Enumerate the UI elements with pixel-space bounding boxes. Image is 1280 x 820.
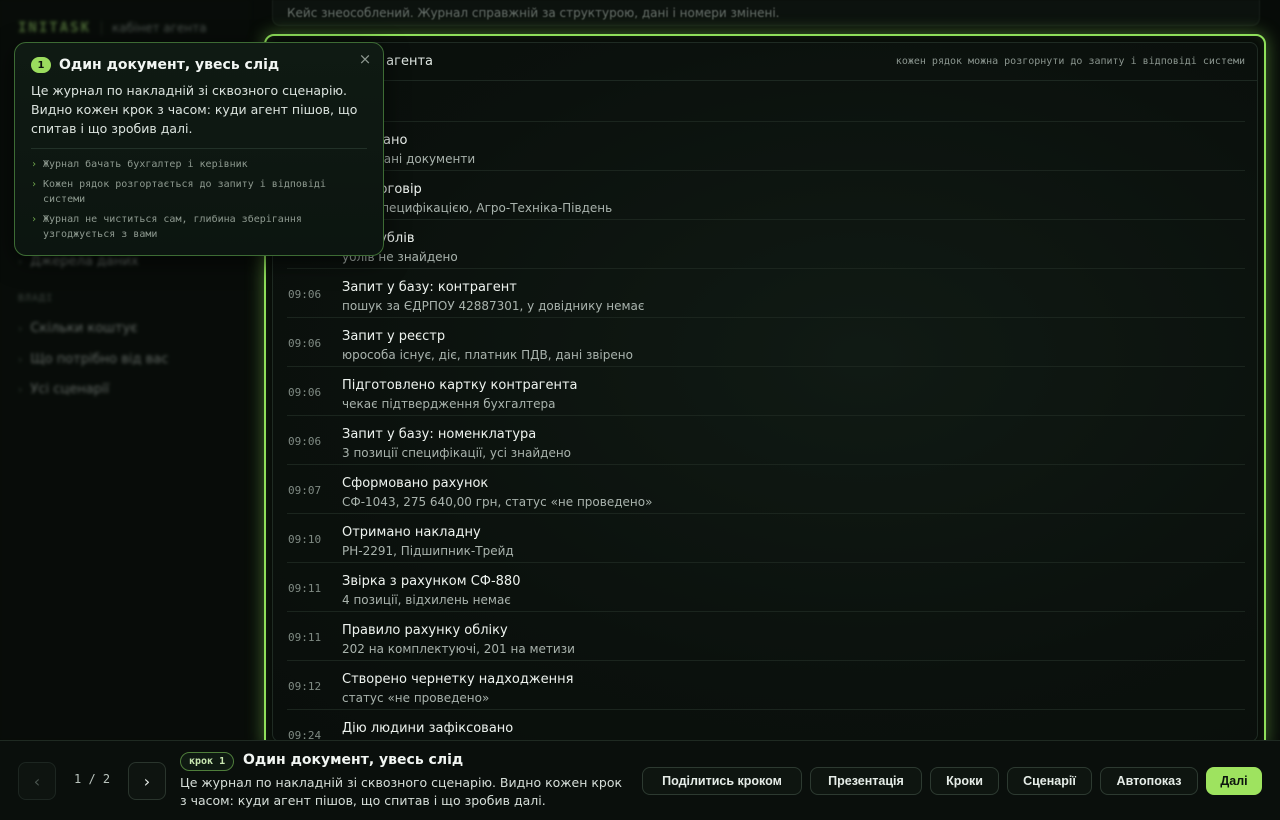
journal-row[interactable]: рка дублівублів не знайдено — [287, 220, 1245, 269]
row-time: 09:10 — [288, 533, 322, 546]
brand: INITASK кабінет агента — [18, 20, 207, 36]
row-time: 09:07 — [288, 484, 322, 497]
journal-row[interactable] — [287, 81, 1245, 122]
step-title: Один документ, увесь слід — [243, 752, 464, 768]
sidebar-item-label: Джерела даних — [30, 254, 139, 269]
row-time: 09:11 — [288, 582, 322, 595]
row-detail: статус «не проведено» — [342, 691, 490, 705]
prev-step-button[interactable]: ‹ — [18, 762, 56, 800]
chevron-right-icon: › — [18, 383, 23, 396]
journal-header: дій агента кожен рядок можна розгорнути … — [273, 43, 1257, 81]
chevron-right-icon: › — [18, 353, 23, 366]
journal-row[interactable]: 09:06 Підготовлено картку контрагента чека… — [287, 367, 1245, 416]
chevron-right-icon: › — [31, 159, 38, 170]
row-detail: 202 на комплектуючі, 201 на метизи — [342, 642, 575, 656]
sidebar-item-all-scenarios[interactable]: › Усі сценарії — [18, 382, 109, 397]
journal-row[interactable]: : опитанопідписані документи — [287, 122, 1245, 171]
sidebar-item-label: Усі сценарії — [30, 382, 110, 397]
next-step-arrow-button[interactable]: › — [128, 762, 166, 800]
journal-row[interactable]: 09:11 Правило рахунку обліку 202 на компле… — [287, 612, 1245, 661]
chevron-left-icon: ‹ — [33, 771, 41, 791]
tour-controls: ‹ 1 / 2 › крок 1 Один документ, увесь сл… — [0, 740, 1280, 820]
row-title: Звірка з рахунком СФ-880 — [342, 574, 521, 589]
row-detail: СФ-1043, 275 640,00 грн, статус «не пров… — [342, 495, 653, 509]
chevron-right-icon: › — [18, 255, 23, 268]
step-popover: 1 Один документ, увесь слід × Це журнал … — [14, 42, 384, 256]
journal-row[interactable]: 09:07 Сформовано рахунок СФ-1043, 275 640,… — [287, 465, 1245, 514]
sidebar-item-pricing[interactable]: › Скільки коштує — [18, 321, 137, 336]
row-detail: 3 позиції специфікації, усі знайдено — [342, 446, 572, 460]
list-item: › Кожен рядок розгортається до запиту і в… — [31, 179, 326, 205]
list-item: › Журнал бачать бухгалтер і керівник — [31, 159, 248, 170]
share-step-button[interactable]: Поділитись кроком — [642, 767, 802, 795]
chevron-right-icon: › — [18, 322, 23, 335]
journal-row[interactable]: 09:10 Отримано накладну РН-2291, Підшипник… — [287, 514, 1245, 563]
brand-separator — [101, 21, 103, 35]
row-title: Запит у базу: номенклатура — [342, 427, 537, 442]
case-banner: Кейс знеособлений. Журнал справжній за с… — [272, 0, 1260, 26]
row-title: Створено чернетку надходження — [342, 672, 574, 687]
row-title: Правило рахунку обліку — [342, 623, 508, 638]
row-detail: юрособа існує, діє, платник ПДВ, дані зв… — [342, 348, 633, 362]
sidebar-item-label: Скільки коштує — [30, 321, 138, 336]
row-detail: РН-2291, Підшипник-Трейд — [342, 544, 514, 558]
journal-row[interactable]: 09:24 Дію людини зафіксовано — [287, 710, 1245, 741]
brand-subtitle: кабінет агента — [112, 21, 207, 35]
row-time: 09:06 — [288, 386, 322, 399]
agent-journal: дій агента кожен рядок можна розгорнути … — [272, 42, 1258, 742]
case-banner-text: Кейс знеособлений. Журнал справжній за с… — [287, 5, 780, 20]
popover-title: Один документ, увесь слід — [59, 57, 280, 73]
row-time: 09:06 — [288, 435, 322, 448]
scenarios-button[interactable]: Сценарії — [1007, 767, 1092, 795]
close-icon[interactable]: × — [357, 50, 373, 68]
journal-row[interactable]: 09:06 Запит у базу: контрагент пошук за ЄД… — [287, 269, 1245, 318]
row-detail: 4 позиції, відхилень немає — [342, 593, 511, 607]
journal-row[interactable]: ано договір26 зі специфікацією, Агро-Тех… — [287, 171, 1245, 220]
row-time: 09:06 — [288, 337, 322, 350]
row-title: Підготовлено картку контрагента — [342, 378, 578, 393]
row-time: 09:06 — [288, 288, 322, 301]
step-badge: крок 1 — [180, 752, 235, 771]
row-title: Запит у реєстр — [342, 329, 446, 344]
journal-row[interactable]: 09:06 Запит у реєстр юрособа існує, діє, п… — [287, 318, 1245, 367]
steps-button[interactable]: Кроки — [930, 767, 999, 795]
step-description: Це журнал по накладній зі сквозного сцен… — [180, 775, 623, 808]
row-title: Отримано накладну — [342, 525, 481, 540]
step-counter: 1 / 2 — [74, 772, 111, 786]
brand-logo: INITASK — [18, 20, 92, 36]
list-item: › Журнал не чиститься сам, глибина зберіг… — [31, 214, 302, 240]
popover-header: 1 Один документ, увесь слід — [31, 57, 367, 73]
popover-bullets: › Журнал бачать бухгалтер і керівник › Кож… — [31, 157, 367, 242]
popover-body: Це журнал по накладній зі сквозного сцен… — [31, 83, 358, 136]
journal-row[interactable]: 09:11 Звірка з рахунком СФ-880 4 позиції, … — [287, 563, 1245, 612]
sidebar-item-data-sources[interactable]: › Джерела даних — [18, 254, 139, 269]
presentation-button[interactable]: Презентація — [810, 767, 922, 795]
chevron-right-icon: › — [31, 214, 38, 225]
journal-hint: кожен рядок можна розгорнути до запиту і… — [895, 56, 1245, 67]
sidebar-item-requirements[interactable]: › Що потрібно від вас — [18, 352, 168, 367]
row-time: 09:12 — [288, 680, 322, 693]
row-detail: пошук за ЄДРПОУ 42887301, у довіднику не… — [342, 299, 645, 313]
row-detail: чекає підтвердження бухгалтера — [342, 397, 556, 411]
autoplay-button[interactable]: Автопоказ — [1100, 767, 1198, 795]
sidebar-item-label: Що потрібно від вас — [30, 352, 169, 367]
step-number-badge: 1 — [31, 57, 51, 73]
chevron-right-icon: › — [31, 179, 38, 190]
popover-divider — [31, 148, 367, 149]
chevron-right-icon: › — [143, 771, 151, 791]
row-title: Дію людини зафіксовано — [342, 721, 514, 736]
sidebar-section-label: ВЛАДІ — [18, 293, 54, 304]
journal-rows: : опитанопідписані документиано договір2… — [287, 81, 1245, 741]
row-time: 09:11 — [288, 631, 322, 644]
journal-row[interactable]: 09:12 Створено чернетку надходження статус… — [287, 661, 1245, 710]
row-title: Сформовано рахунок — [342, 476, 489, 491]
row-title: Запит у базу: контрагент — [342, 280, 517, 295]
journal-row[interactable]: 09:06 Запит у базу: номенклатура 3 позиції… — [287, 416, 1245, 465]
next-button[interactable]: Далі — [1206, 767, 1262, 795]
